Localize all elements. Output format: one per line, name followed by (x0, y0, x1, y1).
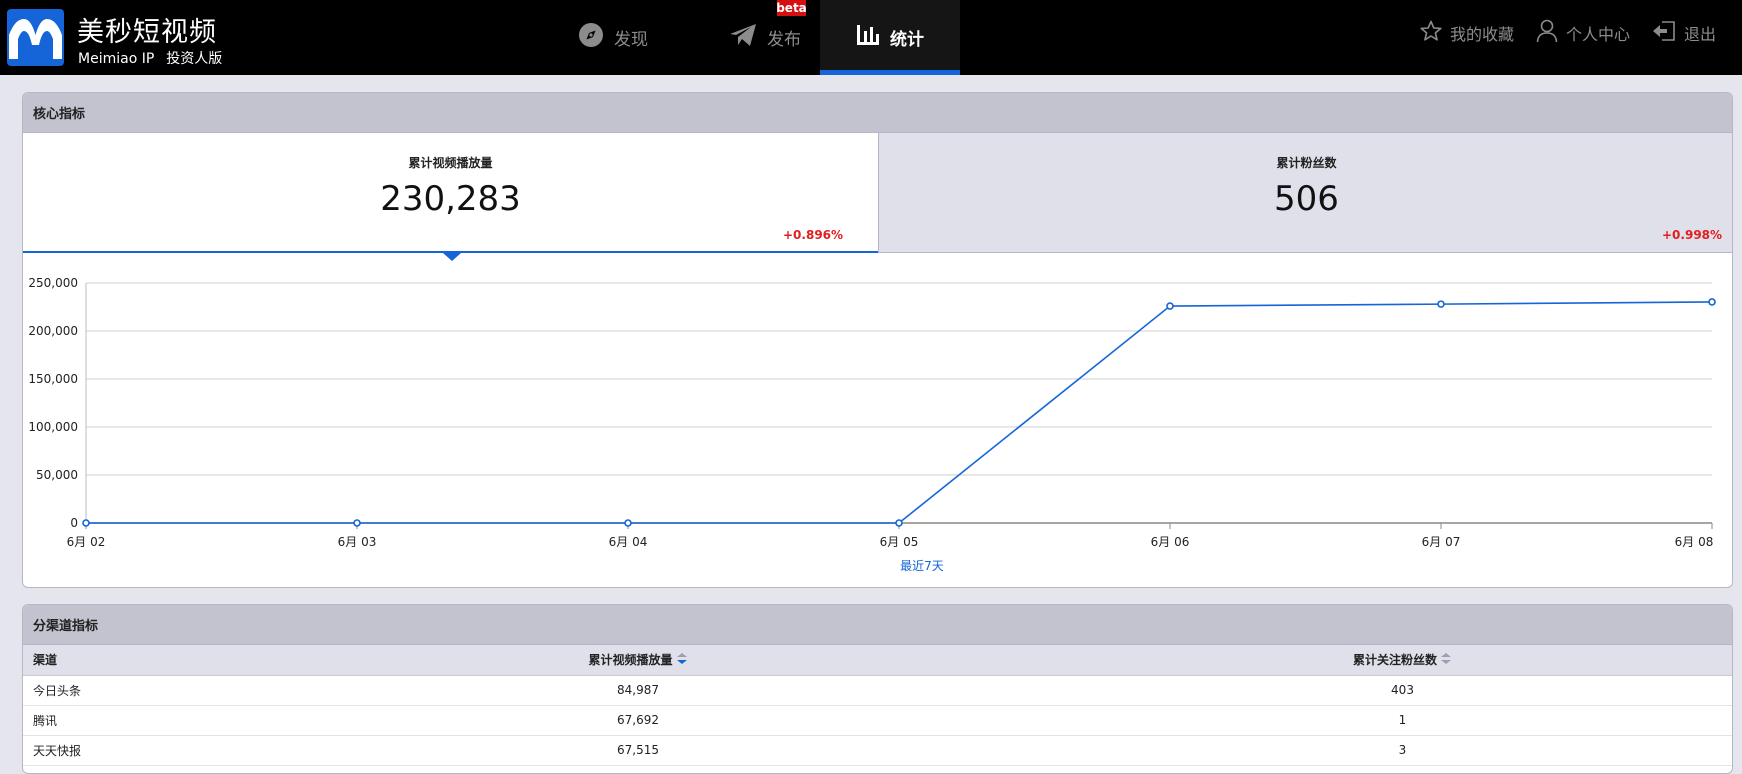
x-tick-label: 6月 02 (67, 535, 106, 549)
x-tick-label: 6月 06 (1151, 535, 1190, 549)
x-axis-label: 最近7天 (900, 559, 944, 573)
favorites-link[interactable]: 我的收藏 (1420, 18, 1514, 48)
x-tick-label: 6月 07 (1422, 535, 1461, 549)
nav-tab-label: 统计 (890, 30, 924, 50)
nav-tab-statistics[interactable]: 统计 (820, 0, 960, 75)
compass-icon (578, 22, 604, 53)
beta-badge: beta (776, 0, 807, 16)
kpi-row: 累计视频播放量 230,283 +0.896% 累计粉丝数 506 +0.998… (23, 133, 1732, 261)
nav-tab-discover[interactable]: 发现 (548, 0, 678, 75)
series-line (86, 301, 1713, 524)
profile-link[interactable]: 个人中心 (1536, 18, 1630, 48)
brand-title: 美秒短视频 (77, 17, 217, 48)
cell-fans: 403 (1073, 675, 1732, 706)
sort-desc-icon[interactable] (676, 653, 688, 668)
panel-title: 核心指标 (23, 93, 1732, 133)
sort-icon[interactable] (1440, 653, 1452, 668)
user-icon (1536, 19, 1558, 47)
bar-chart-icon (856, 23, 880, 52)
nav-tab-label: 发现 (614, 30, 648, 50)
logout-label: 退出 (1684, 25, 1717, 44)
y-tick-label: 250,000 (28, 276, 78, 290)
brand-sub-name: Meimiao IP (78, 51, 155, 67)
column-header-channel: 渠道 (23, 645, 203, 676)
table-header-row: 渠道 累计视频播放量 累计关注粉丝数 (23, 645, 1732, 676)
cell-channel: 腾讯 (23, 705, 203, 736)
brand-subtitle: Meimiao IP 投资人版 (78, 48, 222, 68)
column-header-views[interactable]: 累计视频播放量 (203, 645, 1073, 676)
column-header-label: 渠道 (33, 653, 58, 668)
x-tick-label: 6月 08 (1675, 535, 1714, 549)
favorites-label: 我的收藏 (1450, 25, 1515, 44)
top-navigation-bar: 美秒短视频 Meimiao IP 投资人版 发现 发布 beta 统计 我的收藏… (0, 0, 1742, 75)
kpi-value: 230,283 (380, 179, 521, 219)
cell-channel: 今日头条 (23, 675, 203, 706)
column-header-fans[interactable]: 累计关注粉丝数 (1073, 645, 1732, 676)
nav-tab-publish[interactable]: 发布 (700, 0, 830, 75)
logout-link[interactable]: 退出 (1652, 18, 1716, 48)
data-point (1166, 302, 1174, 310)
y-tick-label: 50,000 (36, 468, 78, 482)
profile-label: 个人中心 (1566, 25, 1631, 44)
column-header-label: 累计视频播放量 (588, 653, 673, 668)
channel-metrics-panel: 分渠道指标 渠道 累计视频播放量 累计关注粉丝数 今日头条 84,987 403… (22, 604, 1733, 774)
data-point (895, 519, 903, 527)
brand-edition: 投资人版 (166, 51, 223, 67)
data-point (353, 519, 361, 527)
kpi-label: 累计粉丝数 (1276, 156, 1337, 170)
data-point (82, 519, 90, 527)
y-tick-label: 0 (70, 516, 78, 530)
kpi-card-views[interactable]: 累计视频播放量 230,283 +0.896% (23, 133, 878, 253)
cell-views: 67,692 (203, 705, 1073, 736)
nav-tab-label: 发布 (767, 30, 801, 50)
x-tick-label: 6月 05 (880, 535, 919, 549)
table-row: 腾讯 67,692 1 (23, 705, 1732, 736)
x-tick-label: 6月 03 (338, 535, 377, 549)
data-point (1708, 298, 1716, 306)
y-tick-label: 200,000 (28, 324, 78, 338)
kpi-card-fans[interactable]: 累计粉丝数 506 +0.998% (878, 133, 1732, 253)
channel-table: 渠道 累计视频播放量 累计关注粉丝数 今日头条 84,987 403 腾讯 67… (23, 645, 1732, 766)
kpi-change: +0.998% (1662, 228, 1723, 242)
star-icon (1420, 20, 1442, 46)
chart-canvas: 0 50,000 100,000 150,000 200,000 250,000 6月 02… (28, 276, 1716, 573)
y-tick-label: 100,000 (28, 420, 78, 434)
cell-fans: 1 (1073, 705, 1732, 736)
logo-icon[interactable] (7, 9, 64, 66)
paper-plane-icon (729, 23, 757, 52)
data-point (1437, 300, 1445, 308)
y-tick-label: 150,000 (28, 372, 78, 386)
logout-icon (1652, 20, 1676, 46)
x-tick-label: 6月 04 (609, 535, 648, 549)
panel-title: 分渠道指标 (23, 605, 1732, 645)
kpi-value: 506 (1274, 179, 1339, 219)
core-metrics-panel: 核心指标 累计视频播放量 230,283 +0.896% 累计粉丝数 506 +… (22, 92, 1733, 588)
column-header-label: 累计关注粉丝数 (1352, 653, 1437, 668)
kpi-change: +0.896% (783, 228, 844, 242)
data-point (624, 519, 632, 527)
cell-views: 84,987 (203, 675, 1073, 706)
table-row: 今日头条 84,987 403 (23, 675, 1732, 706)
line-chart: 0 50,000 100,000 150,000 200,000 250,000 6月 02… (23, 253, 1732, 587)
kpi-label: 累计视频播放量 (408, 156, 493, 170)
